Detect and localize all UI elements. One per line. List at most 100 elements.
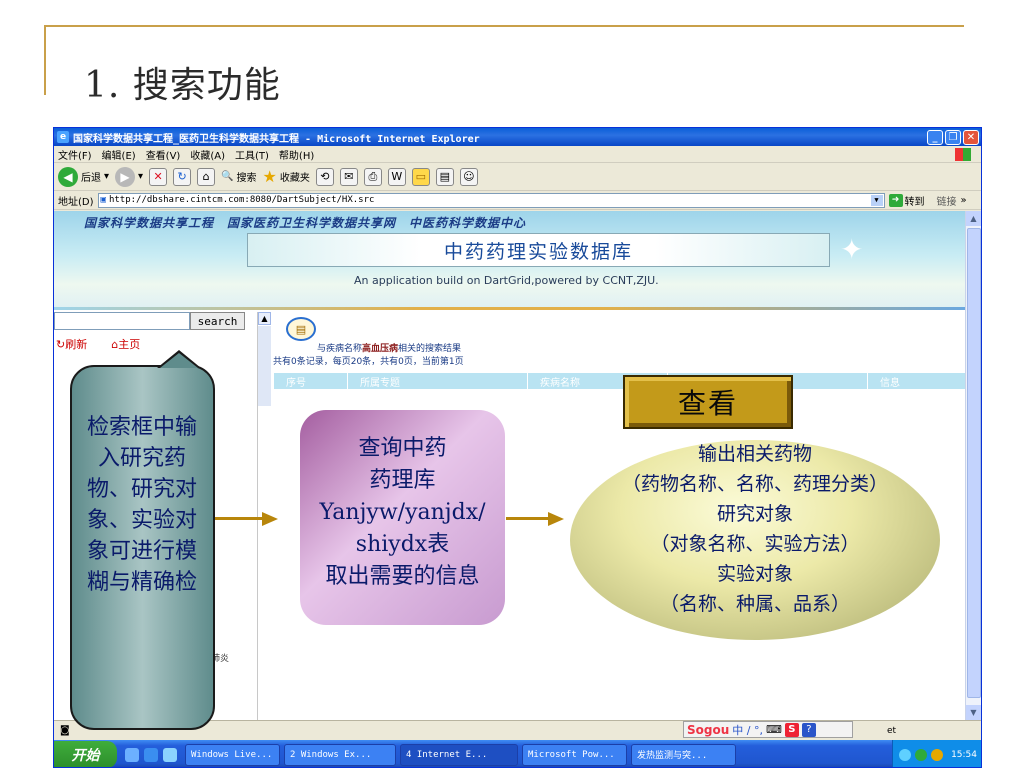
edit-icon[interactable]: W	[387, 167, 406, 186]
address-url: http://dbshare.cintcm.com:8080/DartSubje…	[108, 195, 375, 205]
back-dropdown-icon[interactable]: ▾	[104, 171, 109, 182]
arrow-left-to-mid	[215, 517, 265, 520]
menu-tools[interactable]: 工具(T)	[235, 147, 269, 162]
sogou-mode[interactable]: 中 ∕ °,	[732, 722, 763, 738]
banner-subtitle: An application build on DartGrid,powered…	[354, 274, 659, 287]
forward-arrow-icon: ▶	[115, 166, 136, 187]
left-scroll-up-icon[interactable]: ▲	[258, 312, 271, 325]
status-page-icon: ◙	[60, 725, 70, 736]
back-label: 后退	[81, 173, 101, 184]
result-summary-prefix: 与疾病名称	[317, 344, 363, 354]
window-titlebar[interactable]: e 国家科学数据共享工程_医药卫生科学数据共享工程 - Microsoft In…	[54, 128, 981, 146]
messenger-icon[interactable]: ☺	[459, 167, 478, 186]
left-callout-text: 检索框中输入研究药物、研究对象、实验对象可进行模糊与精确检	[86, 415, 197, 595]
minimize-button[interactable]: _	[927, 129, 943, 145]
links-label[interactable]: 链接	[937, 193, 957, 208]
tray-security-icon[interactable]	[915, 748, 928, 761]
clock[interactable]: 15:54	[951, 750, 977, 760]
page-scrollbar[interactable]: ▲ ▼	[965, 211, 981, 720]
tray-volume-icon[interactable]	[931, 748, 944, 761]
arrow-left-to-mid-head	[262, 512, 278, 526]
th-index[interactable]: 序号	[274, 373, 348, 389]
toolbar: ◀ 后退 ▾ ▶ ▾ ✕ ↻ ⌂ 🔍 搜索 ★ 收藏夹 ⟲ ✉ ⎙ W ▭ ▤ …	[54, 163, 981, 191]
back-button[interactable]: ◀ 后退 ▾	[58, 166, 109, 187]
history-icon[interactable]: ⟲	[315, 167, 334, 186]
forward-button[interactable]: ▶ ▾	[115, 166, 143, 187]
sogou-s-icon[interactable]: S	[784, 722, 799, 737]
left-search-form: search	[54, 312, 249, 330]
slide-title: 1. 搜索功能	[84, 65, 281, 106]
magnifier-icon: 🔍	[221, 171, 234, 182]
arrow-mid-to-ellipse	[506, 517, 551, 520]
left-links: ↻刷新 ⌂主页	[56, 336, 140, 352]
task-powerpoint[interactable]: Microsoft Pow...	[522, 743, 627, 766]
folder-icon[interactable]: ▭	[411, 167, 430, 186]
home-link[interactable]: ⌂主页	[111, 336, 140, 352]
menu-help[interactable]: 帮助(H)	[279, 147, 314, 162]
result-counts: 共有0条记录，每页20条，共有0页，当前第1页	[273, 357, 464, 367]
search-toolbar-label: 搜索	[236, 173, 257, 184]
ie-logo-icon: e	[57, 131, 69, 143]
result-summary-suffix: 相关的搜索结果	[398, 344, 462, 354]
th-info[interactable]: 信息	[868, 373, 967, 389]
menu-edit[interactable]: 编辑(E)	[102, 147, 136, 162]
go-label: 转到	[904, 196, 925, 208]
show-desktop-icon[interactable]	[125, 747, 139, 762]
task-windows-live[interactable]: Windows Live...	[185, 743, 280, 766]
menu-file[interactable]: 文件(F)	[58, 147, 92, 162]
task-fever-monitor[interactable]: 发热监测与突...	[631, 743, 736, 766]
search-button[interactable]: search	[190, 312, 245, 330]
page-banner: 国家科学数据共享工程 国家医药卫生科学数据共享网 中医药科学数据中心 中药药理实…	[54, 211, 967, 310]
scroll-up-icon[interactable]: ▲	[966, 211, 981, 226]
menu-view[interactable]: 查看(V)	[146, 147, 181, 162]
star-icon: ★	[262, 167, 277, 186]
tray-network-icon[interactable]	[899, 748, 912, 761]
quick-launch	[117, 747, 185, 762]
go-button[interactable]: ➜ 转到	[888, 193, 925, 208]
favorites-button[interactable]: ★ 收藏夹	[263, 167, 310, 186]
address-label: 地址(D)	[58, 196, 94, 208]
home-icon[interactable]: ⌂	[197, 167, 216, 186]
ie-alt-quick-icon[interactable]	[163, 747, 177, 762]
refresh-icon[interactable]: ↻	[173, 167, 192, 186]
links-chevron-icon[interactable]: »	[961, 195, 967, 206]
address-dropdown-icon[interactable]: ▼	[870, 194, 883, 206]
taskbar: 开始 Windows Live... 2 Windows Ex... 4 Int…	[54, 740, 981, 767]
mail-icon[interactable]: ✉	[339, 167, 358, 186]
refresh-link[interactable]: ↻刷新	[56, 336, 87, 352]
result-document-icon: ▤	[286, 317, 316, 341]
sogou-ime-bar[interactable]: Sogou 中 ∕ °, ⌨ S ?	[683, 721, 853, 738]
back-arrow-icon: ◀	[58, 166, 78, 187]
maximize-button[interactable]: ❐	[945, 129, 961, 145]
th-topic[interactable]: 所属专题	[348, 373, 528, 389]
menu-favorites[interactable]: 收藏(A)	[190, 147, 225, 162]
banner-stripe	[54, 307, 967, 310]
banner-title: 中药药理实验数据库	[247, 233, 830, 267]
left-scrollbar[interactable]	[258, 326, 271, 406]
print-icon[interactable]: ⎙	[363, 167, 382, 186]
ie-quick-icon[interactable]	[144, 747, 158, 762]
home-link-label: 主页	[118, 338, 141, 351]
result-summary: 与疾病名称高血压病相关的搜索结果	[317, 341, 461, 354]
left-callout-pointer-fill	[160, 353, 198, 368]
system-tray: 15:54	[892, 740, 981, 767]
scroll-thumb[interactable]	[967, 228, 981, 698]
banner-top-text: 国家科学数据共享工程 国家医药卫生科学数据共享网 中医药科学数据中心	[84, 216, 527, 230]
close-button[interactable]: ✕	[963, 129, 979, 145]
task-windows-explorer[interactable]: 2 Windows Ex...	[284, 743, 396, 766]
stop-icon[interactable]: ✕	[149, 167, 168, 186]
output-ellipse-text: 输出相关药物 （药物名称、名称、药理分类） 研究对象 （对象名称、实验方法） 实…	[621, 443, 888, 615]
research-icon[interactable]: ▤	[435, 167, 454, 186]
search-toolbar-button[interactable]: 🔍 搜索	[221, 169, 256, 184]
sogou-logo: Sogou	[687, 722, 730, 737]
refresh-link-icon: ↻	[56, 338, 66, 351]
address-input[interactable]: ▣ http://dbshare.cintcm.com:8080/DartSub…	[97, 192, 885, 208]
start-button[interactable]: 开始	[54, 741, 117, 767]
forward-dropdown-icon[interactable]: ▾	[138, 171, 143, 182]
search-input[interactable]	[54, 312, 190, 330]
scroll-down-icon[interactable]: ▼	[966, 705, 981, 720]
left-divider	[257, 312, 258, 720]
task-internet-explorer[interactable]: 4 Internet E...	[400, 743, 518, 766]
keyboard-icon[interactable]: ⌨	[766, 723, 782, 736]
help-icon[interactable]: ?	[801, 722, 816, 737]
